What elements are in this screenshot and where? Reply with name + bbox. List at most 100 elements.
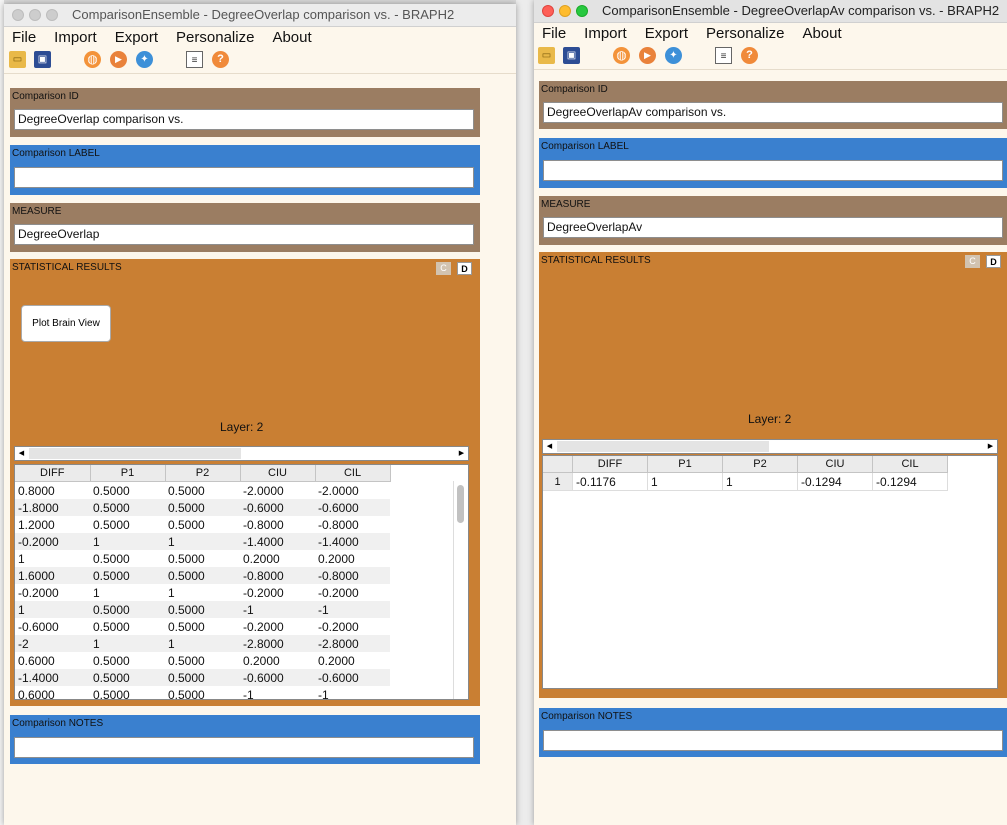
- table-cell-ciu[interactable]: -0.6000: [240, 669, 315, 686]
- table-cell-p1[interactable]: 0.5000: [90, 567, 165, 584]
- close-window-button[interactable]: [542, 5, 554, 17]
- report-icon[interactable]: ≡: [186, 51, 203, 68]
- table-cell-cil[interactable]: -0.8000: [315, 567, 390, 584]
- measure-field[interactable]: DegreeOverlapAv: [543, 217, 1003, 238]
- table-cell-p2[interactable]: 0.5000: [165, 550, 240, 567]
- table-cell-p2[interactable]: 0.5000: [165, 516, 240, 533]
- table-cell-cil[interactable]: -1.4000: [315, 533, 390, 550]
- table-cell-p2[interactable]: 0.5000: [165, 669, 240, 686]
- menu-personalize[interactable]: Personalize: [706, 25, 784, 42]
- table-cell-p2[interactable]: 0.5000: [165, 652, 240, 669]
- save-icon[interactable]: ▣: [563, 47, 580, 64]
- table-cell-diff[interactable]: -1.4000: [15, 669, 90, 686]
- table-cell-p2[interactable]: 0.5000: [165, 482, 240, 500]
- open-icon[interactable]: ▭: [9, 51, 26, 68]
- table-cell-cil[interactable]: 0.2000: [315, 652, 390, 669]
- report-icon[interactable]: ≡: [715, 47, 732, 64]
- twitter-icon[interactable]: ✦: [136, 51, 153, 68]
- table-cell-p2[interactable]: 0.5000: [165, 567, 240, 584]
- table-cell-ciu[interactable]: -1.4000: [240, 533, 315, 550]
- table-cell-ciu[interactable]: -0.1294: [797, 472, 873, 491]
- menu-about[interactable]: About: [802, 25, 841, 42]
- column-header-cil[interactable]: CIL: [315, 465, 391, 482]
- table-cell-p2[interactable]: 0.5000: [165, 618, 240, 635]
- column-header-p2[interactable]: P2: [165, 465, 241, 482]
- menu-import[interactable]: Import: [584, 25, 627, 42]
- table-cell-p1[interactable]: 1: [90, 635, 165, 652]
- table-cell-ciu[interactable]: -1: [240, 601, 315, 618]
- help-icon[interactable]: ?: [212, 51, 229, 68]
- column-header-p2[interactable]: P2: [722, 456, 798, 473]
- table-cell-cil[interactable]: -0.2000: [315, 618, 390, 635]
- menu-export[interactable]: Export: [115, 29, 158, 46]
- comparison-id-field[interactable]: DegreeOverlapAv comparison vs.: [543, 102, 1003, 123]
- layer-horizontal-scrollbar[interactable]: ◀ ▶: [14, 446, 469, 461]
- column-header-p1[interactable]: P1: [647, 456, 723, 473]
- comparison-notes-field[interactable]: [543, 730, 1003, 751]
- column-header-ciu[interactable]: CIU: [797, 456, 873, 473]
- scroll-right-arrow-icon[interactable]: ▶: [984, 440, 997, 453]
- comparison-label-field[interactable]: [543, 160, 1003, 181]
- table-cell-diff[interactable]: 0.8000: [15, 482, 90, 500]
- scroll-track[interactable]: [557, 441, 769, 452]
- comparison-label-field[interactable]: [14, 167, 474, 188]
- table-cell-cil[interactable]: -0.2000: [315, 584, 390, 601]
- table-cell-p2[interactable]: 0.5000: [165, 499, 240, 516]
- table-cell-diff[interactable]: 1.2000: [15, 516, 90, 533]
- scroll-track[interactable]: [29, 448, 241, 459]
- c-button[interactable]: C: [965, 255, 980, 268]
- table-cell-cil[interactable]: -2.0000: [315, 482, 390, 500]
- column-header-diff[interactable]: DIFF: [15, 465, 91, 482]
- column-header-diff[interactable]: DIFF: [572, 456, 648, 473]
- youtube-icon[interactable]: ▶: [639, 47, 656, 64]
- menu-file[interactable]: File: [12, 29, 36, 46]
- table-cell-cil[interactable]: -1: [315, 686, 390, 700]
- help-icon[interactable]: ?: [741, 47, 758, 64]
- table-cell-cil[interactable]: -1: [315, 601, 390, 618]
- table-cell-diff[interactable]: -1.8000: [15, 499, 90, 516]
- table-cell-ciu[interactable]: -2.8000: [240, 635, 315, 652]
- table-cell-p2[interactable]: 1: [722, 472, 798, 491]
- table-cell-p2[interactable]: 0.5000: [165, 686, 240, 700]
- table-cell-diff[interactable]: 1: [15, 550, 90, 567]
- menu-export[interactable]: Export: [645, 25, 688, 42]
- table-cell-diff[interactable]: 1: [15, 601, 90, 618]
- table-cell-cil[interactable]: -0.1294: [872, 472, 948, 491]
- menu-file[interactable]: File: [542, 25, 566, 42]
- minimize-window-button[interactable]: [29, 9, 41, 21]
- table-cell-diff[interactable]: 0.6000: [15, 686, 90, 700]
- zoom-window-button[interactable]: [576, 5, 588, 17]
- table-cell-ciu[interactable]: -2.0000: [240, 482, 315, 500]
- table-cell-p1[interactable]: 1: [647, 472, 723, 491]
- table-cell-cil[interactable]: -0.6000: [315, 499, 390, 516]
- scroll-left-arrow-icon[interactable]: ◀: [543, 440, 556, 453]
- table-cell-ciu[interactable]: -0.8000: [240, 567, 315, 584]
- table-cell-diff[interactable]: -0.6000: [15, 618, 90, 635]
- table-cell-cil[interactable]: 0.2000: [315, 550, 390, 567]
- table-cell-diff[interactable]: 1.6000: [15, 567, 90, 584]
- table-cell-p1[interactable]: 1: [90, 584, 165, 601]
- table-cell-p1[interactable]: 0.5000: [90, 516, 165, 533]
- comparison-id-field[interactable]: DegreeOverlap comparison vs.: [14, 109, 474, 130]
- plot-brain-view-button[interactable]: Plot Brain View: [21, 305, 111, 342]
- open-icon[interactable]: ▭: [538, 47, 555, 64]
- table-cell-diff[interactable]: -0.1176: [572, 472, 648, 491]
- table-scroll-thumb[interactable]: [457, 485, 464, 523]
- measure-field[interactable]: DegreeOverlap: [14, 224, 474, 245]
- table-cell-p2[interactable]: 1: [165, 584, 240, 601]
- close-window-button[interactable]: [12, 9, 24, 21]
- website-icon[interactable]: ◍: [613, 47, 630, 64]
- table-cell-ciu[interactable]: -0.6000: [240, 499, 315, 516]
- table-cell-p1[interactable]: 0.5000: [90, 601, 165, 618]
- column-header-ciu[interactable]: CIU: [240, 465, 316, 482]
- save-icon[interactable]: ▣: [34, 51, 51, 68]
- table-cell-p1[interactable]: 0.5000: [90, 652, 165, 669]
- table-cell-ciu[interactable]: -0.8000: [240, 516, 315, 533]
- table-cell-p1[interactable]: 1: [90, 533, 165, 550]
- table-cell-p1[interactable]: 0.5000: [90, 550, 165, 567]
- table-cell-ciu[interactable]: -0.2000: [240, 618, 315, 635]
- table-cell-cil[interactable]: -0.8000: [315, 516, 390, 533]
- table-cell-p2[interactable]: 0.5000: [165, 601, 240, 618]
- table-cell-diff[interactable]: -2: [15, 635, 90, 652]
- column-header-cil[interactable]: CIL: [872, 456, 948, 473]
